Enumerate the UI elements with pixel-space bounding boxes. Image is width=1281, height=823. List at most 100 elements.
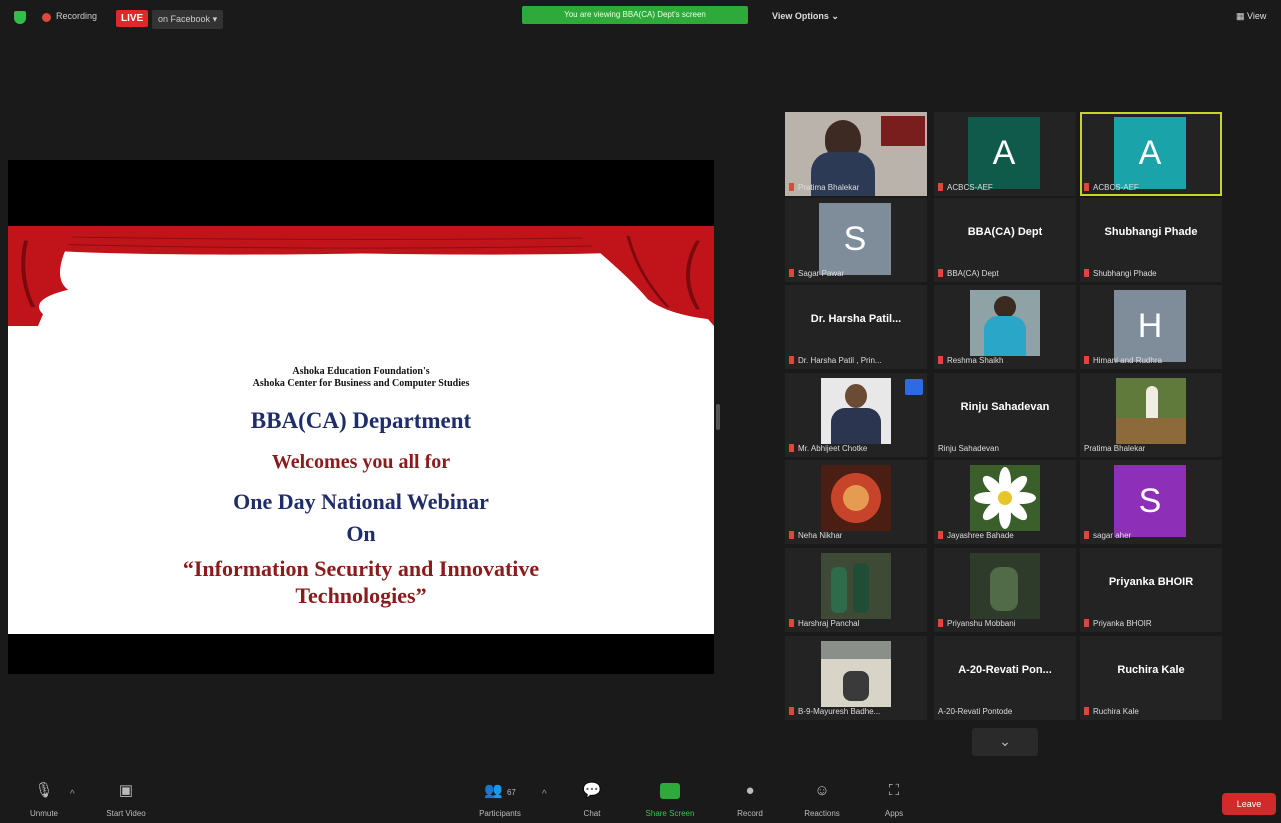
start-video-button[interactable]: ▣ Start Video [96, 781, 156, 818]
shield-icon[interactable] [14, 11, 26, 24]
avatar: S [819, 203, 891, 275]
participant-tile[interactable]: H Himani and Rudhra [1080, 285, 1222, 369]
record-button[interactable]: ● Record [720, 781, 780, 818]
participant-name: BBA(CA) Dept [938, 269, 999, 278]
share-screen-button[interactable]: Share Screen [640, 781, 700, 818]
participant-tile[interactable]: S Sagar Pawar [785, 198, 927, 282]
participant-tile[interactable]: Priyanka BHOIR Priyanka BHOIR [1080, 548, 1222, 632]
participant-tile[interactable]: BBA(CA) Dept BBA(CA) Dept [934, 198, 1076, 282]
apps-button[interactable]: ⛶ Apps [864, 781, 924, 818]
participant-name: Pratima Bhalekar [1084, 444, 1146, 453]
participant-tile[interactable]: Ruchira Kale Ruchira Kale [1080, 636, 1222, 720]
participant-name: Rinju Sahadevan [938, 444, 999, 453]
participant-display-name: Ruchira Kale [1117, 664, 1185, 676]
participant-display-name: Priyanka BHOIR [1108, 576, 1194, 588]
shared-screen[interactable]: Ashoka Education Foundation's Ashoka Cen… [8, 160, 714, 674]
live-destination-dropdown[interactable]: on Facebook ▾ [152, 10, 224, 29]
participant-tile[interactable]: A ACBCS-AEF [934, 112, 1076, 196]
participant-name: Dr. Harsha Patil , Prin... [789, 356, 882, 365]
next-page-button[interactable]: ⌄ [972, 728, 1038, 756]
slide-event-title: One Day National Webinar [233, 489, 489, 514]
grid-icon: ▦ [1236, 11, 1245, 21]
mic-muted-icon [938, 269, 943, 277]
participant-display-name: Dr. Harsha Patil... [810, 313, 902, 325]
participant-tile[interactable]: Neha Nikhar [785, 460, 927, 544]
share-screen-icon [660, 783, 680, 799]
participant-video [821, 378, 891, 444]
participants-button[interactable]: 👥 67 Participants [470, 781, 530, 818]
participant-tile[interactable]: Pratima Bhalekar [785, 112, 927, 196]
participant-name: A-20-Revati Pontode [938, 707, 1013, 716]
participant-name: Shubhangi Phade [1084, 269, 1157, 278]
unmute-button[interactable]: 🎙 Unmute [14, 781, 74, 818]
slide-welcome: Welcomes you all for [271, 451, 451, 473]
participant-video [970, 465, 1040, 531]
participant-name: ACBCS-AEF [938, 183, 993, 192]
mic-muted-icon [789, 531, 794, 539]
video-off-icon: ▣ [118, 782, 134, 799]
recording-label[interactable]: Recording [56, 11, 97, 21]
mic-muted-icon: 🎙 [34, 782, 54, 799]
apps-icon: ⛶ [888, 782, 900, 799]
mic-muted-icon [938, 356, 943, 364]
participants-options-caret[interactable]: ^ [542, 789, 547, 800]
view-options-menu[interactable]: View Options ⌄ [772, 11, 839, 22]
participant-name: Mr. Abhijeet Chotke [789, 444, 867, 453]
chevron-down-icon: ⌄ [999, 733, 1011, 749]
slide-department: BBA(CA) Department [250, 408, 472, 433]
view-options-label: View Options [772, 11, 829, 21]
slide-stage: Ashoka Education Foundation's Ashoka Cen… [8, 226, 714, 634]
mic-muted-icon [789, 444, 794, 452]
avatar: H [1114, 290, 1186, 362]
splitter-handle[interactable] [716, 404, 720, 430]
screen-share-banner: You are viewing BBA(CA) Dept's screen [522, 6, 748, 24]
participant-name: Reshma Shaikh [938, 356, 1003, 365]
participant-video [821, 553, 891, 619]
mic-muted-icon [938, 619, 943, 627]
participant-name: Sagar Pawar [789, 269, 844, 278]
participants-count: 67 [506, 788, 516, 797]
participant-tile-active-speaker[interactable]: A ACBCS-AEF [1080, 112, 1222, 196]
avatar: A [968, 117, 1040, 189]
mic-muted-icon [1084, 183, 1089, 191]
participant-tile[interactable]: Priyanshu Mobbani [934, 548, 1076, 632]
reactions-button[interactable]: ☺ Reactions [792, 781, 852, 818]
participant-name: Himani and Rudhra [1084, 356, 1162, 365]
participant-display-name: BBA(CA) Dept [967, 226, 1043, 238]
chat-button[interactable]: 💬 Chat [562, 781, 622, 818]
participant-tile[interactable]: Shubhangi Phade Shubhangi Phade [1080, 198, 1222, 282]
mic-muted-icon [1084, 269, 1089, 277]
top-bar: Recording LIVE on Facebook ▾ You are vie… [0, 0, 1281, 34]
mic-muted-icon [1084, 356, 1089, 364]
mic-muted-icon [789, 183, 794, 191]
slide-org-line: Ashoka Education Foundation's [292, 366, 430, 377]
participant-tile[interactable]: Pratima Bhalekar [1080, 373, 1222, 457]
mic-muted-icon [789, 619, 794, 627]
participant-tile[interactable]: Jayashree Bahade [934, 460, 1076, 544]
more-options-icon[interactable] [905, 379, 923, 395]
participant-video [970, 290, 1040, 356]
participant-tile[interactable]: S sagar aher [1080, 460, 1222, 544]
participant-video [970, 553, 1040, 619]
participant-tile[interactable]: Dr. Harsha Patil... Dr. Harsha Patil , P… [785, 285, 927, 369]
reactions-label: Reactions [804, 809, 840, 818]
leave-button[interactable]: Leave [1222, 793, 1276, 815]
participant-tile[interactable]: A-20-Revati Pon... A-20-Revati Pontode [934, 636, 1076, 720]
participant-name: Priyanka BHOIR [1084, 619, 1152, 628]
participant-tile[interactable]: B-9-Mayuresh Badhe... [785, 636, 927, 720]
view-button[interactable]: ▦ View [1236, 11, 1266, 22]
participant-display-name: A-20-Revati Pon... [958, 664, 1052, 676]
reactions-icon: ☺ [814, 782, 830, 799]
participant-tile[interactable]: Rinju Sahadevan Rinju Sahadevan [934, 373, 1076, 457]
mic-muted-icon [938, 183, 943, 191]
chat-label: Chat [583, 809, 601, 818]
daisy-image [974, 467, 1036, 529]
participant-video [821, 465, 891, 531]
audio-options-caret[interactable]: ^ [70, 789, 75, 800]
participant-tile[interactable]: Harshraj Panchal [785, 548, 927, 632]
live-badge[interactable]: LIVE [116, 10, 149, 27]
participant-tile[interactable]: Reshma Shaikh [934, 285, 1076, 369]
participant-video [821, 641, 891, 707]
participant-display-name: Shubhangi Phade [1104, 226, 1198, 238]
participant-tile[interactable]: Mr. Abhijeet Chotke [785, 373, 927, 457]
